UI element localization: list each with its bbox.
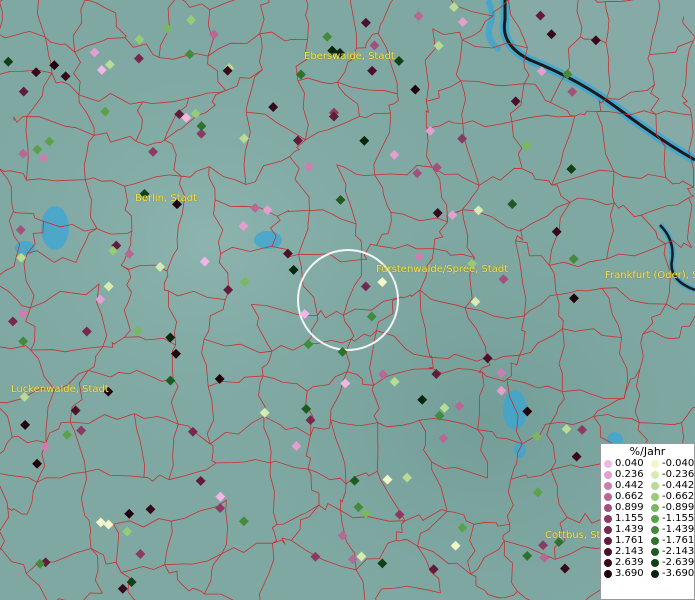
legend-row: 1.439 -1.439 [601, 524, 695, 535]
legend-swatch [651, 459, 659, 468]
legend-entry-negative: -1.761 [648, 535, 695, 546]
legend-swatch [651, 470, 659, 479]
legend-value: -0.899 [662, 502, 695, 513]
legend-entry-negative: -0.662 [648, 491, 695, 502]
legend-entry-negative: -3.690 [648, 568, 695, 579]
place-label-luckenwalde: Luckenwalde, Stadt [11, 384, 109, 395]
legend-entry-negative: -0.236 [648, 469, 695, 480]
legend-value: -1.761 [662, 535, 695, 546]
legend-value: 0.899 [615, 502, 644, 513]
legend-value: -0.040 [662, 458, 695, 469]
legend-value: 1.439 [615, 524, 644, 535]
legend-entry-negative: -1.155 [648, 513, 695, 524]
legend-swatch [604, 558, 612, 567]
legend-row: 0.442 -0.442 [601, 480, 695, 491]
legend-swatch [651, 558, 659, 567]
legend-entry-negative: -0.040 [648, 458, 695, 469]
legend-row: 3.690 -3.690 [601, 568, 695, 579]
legend-entry-positive: 1.155 [601, 513, 648, 524]
legend-swatch [604, 536, 612, 545]
legend-value: -0.662 [662, 491, 695, 502]
legend-value: 1.761 [615, 535, 644, 546]
legend-value: -2.143 [662, 546, 695, 557]
legend-swatch [604, 503, 612, 512]
legend-entry-positive: 0.442 [601, 480, 648, 491]
legend-swatch [604, 481, 612, 490]
place-label-berlin: Berlin, Stadt [135, 193, 198, 204]
legend-value: -3.690 [662, 568, 695, 579]
legend-value: -0.236 [662, 469, 695, 480]
legend-entry-positive: 2.143 [601, 546, 648, 557]
legend-row: 1.155 -1.155 [601, 513, 695, 524]
legend-entry-negative: -0.899 [648, 502, 695, 513]
legend-title: %/Jahr [629, 445, 666, 458]
legend-row: 0.662 -0.662 [601, 491, 695, 502]
legend-swatch [604, 514, 612, 523]
legend-entry-positive: 1.761 [601, 535, 648, 546]
legend-swatch [651, 503, 659, 512]
legend-value: -2.639 [662, 557, 695, 568]
legend-entry-positive: 3.690 [601, 568, 648, 579]
legend-row: 0.236 -0.236 [601, 469, 695, 480]
legend-swatch [604, 569, 612, 578]
legend-swatch [604, 492, 612, 501]
legend-entry-positive: 0.040 [601, 458, 648, 469]
legend-swatch [651, 481, 659, 490]
legend-entry-negative: -0.442 [648, 480, 695, 491]
legend-swatch [651, 547, 659, 556]
place-label-frankfurt: Frankfurt (Oder), S [605, 270, 695, 281]
legend-value: 1.155 [615, 513, 644, 524]
legend-value: 2.639 [615, 557, 644, 568]
legend-value: 0.442 [615, 480, 644, 491]
legend-entry-negative: -1.439 [648, 524, 695, 535]
legend-value: 3.690 [615, 568, 644, 579]
legend-swatch [651, 536, 659, 545]
legend-value: -0.442 [662, 480, 695, 491]
legend-swatch [651, 514, 659, 523]
place-label-cottbus: Cottbus, St [545, 530, 601, 541]
legend-row: 1.761 -1.761 [601, 535, 695, 546]
legend-swatch [604, 459, 612, 468]
legend-row: 0.899 -0.899 [601, 502, 695, 513]
legend-swatch [604, 470, 612, 479]
legend-row: 2.639 -2.639 [601, 557, 695, 568]
legend-rows: 0.040 -0.040 0.236 -0.236 0.442 -0.442 0.662 -0… [601, 458, 695, 579]
legend-row: 2.143 -2.143 [601, 546, 695, 557]
legend-entry-negative: -2.639 [648, 557, 695, 568]
legend-value: 0.236 [615, 469, 644, 480]
legend-value: 0.040 [615, 458, 644, 469]
legend-entry-positive: 0.662 [601, 491, 648, 502]
legend-value: 2.143 [615, 546, 644, 557]
legend-value: -1.155 [662, 513, 695, 524]
place-label-eberswalde: Eberswalde, Stadt [304, 51, 395, 62]
legend-swatch [651, 492, 659, 501]
map-canvas[interactable] [0, 0, 695, 600]
legend-swatch [604, 547, 612, 556]
legend: %/Jahr 0.040 -0.040 0.236 -0.236 0.442 -0.442… [600, 443, 695, 600]
legend-value: -1.439 [662, 524, 695, 535]
legend-value: 0.662 [615, 491, 644, 502]
legend-entry-positive: 2.639 [601, 557, 648, 568]
legend-row: 0.040 -0.040 [601, 458, 695, 469]
legend-entry-positive: 1.439 [601, 524, 648, 535]
legend-swatch [651, 569, 659, 578]
legend-swatch [651, 525, 659, 534]
place-label-fuerstenwalde: Fürstenwalde/Spree, Stadt [376, 264, 509, 275]
legend-swatch [604, 525, 612, 534]
legend-entry-positive: 0.236 [601, 469, 648, 480]
legend-entry-positive: 0.899 [601, 502, 648, 513]
legend-entry-negative: -2.143 [648, 546, 695, 557]
